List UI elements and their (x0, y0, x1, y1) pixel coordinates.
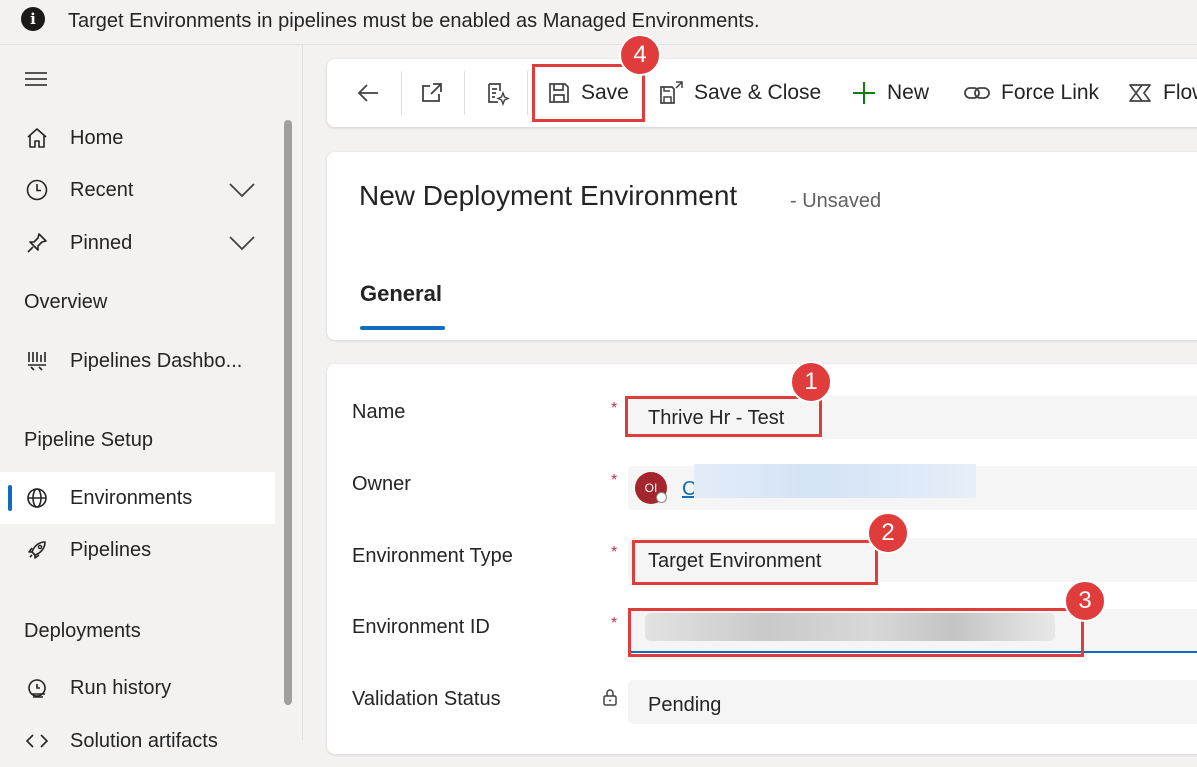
section-overview: Overview (24, 291, 108, 313)
sidebar-item-pinned[interactable]: Pinned (0, 217, 275, 269)
annotation-box-environment-type (632, 540, 878, 585)
sidebar-scrollbar[interactable] (284, 120, 292, 705)
rocket-icon (24, 537, 50, 563)
link-icon (964, 87, 990, 99)
arrow-left-icon (357, 84, 378, 102)
sidebar-item-run-history[interactable]: Run history (0, 662, 275, 714)
dashboard-icon (24, 348, 50, 374)
plus-icon (853, 82, 875, 104)
open-new-window-icon (422, 83, 442, 102)
save-close-button[interactable]: Save & Close (658, 59, 821, 127)
home-icon (24, 125, 50, 151)
history-icon (24, 675, 50, 701)
required-marker: * (611, 544, 618, 561)
record-header: New Deployment Environment - Unsaved Gen… (327, 152, 1197, 340)
save-status: - Unsaved (790, 190, 882, 212)
globe-icon (24, 485, 50, 511)
owner-label: Owner (352, 473, 411, 495)
sidebar: Home Recent Pinned Overview Pipelines Da… (0, 45, 303, 752)
divider (464, 71, 465, 115)
form-sparkle-icon (488, 83, 510, 106)
sidebar-item-home[interactable]: Home (0, 112, 275, 164)
redacted-owner-name (694, 464, 976, 498)
copilot-form-button[interactable] (484, 59, 510, 127)
required-marker: * (611, 400, 618, 417)
chevron-down-icon[interactable] (229, 235, 255, 251)
info-banner: i Target Environments in pipelines must … (0, 0, 1197, 45)
section-pipeline-setup: Pipeline Setup (24, 429, 153, 451)
validation-status-label: Validation Status (352, 688, 501, 710)
sidebar-item-solution-artifacts[interactable]: Solution artifacts (0, 715, 275, 767)
annotation-box-name (625, 396, 822, 437)
pin-icon (24, 230, 50, 256)
annotation-badge-2: 2 (867, 512, 909, 554)
section-deployments: Deployments (24, 620, 141, 642)
flow-button[interactable]: Flow (1127, 59, 1197, 127)
info-icon: i (21, 7, 45, 31)
annotation-box-environment-id (628, 608, 1084, 657)
required-marker: * (611, 472, 618, 489)
open-in-new-window-button[interactable] (419, 59, 445, 127)
presence-status-icon (656, 492, 667, 503)
command-bar: Save Save & Close New Force Link Flow (327, 59, 1197, 127)
code-icon (24, 728, 50, 754)
annotation-badge-1: 1 (790, 361, 832, 403)
name-label: Name (352, 401, 406, 423)
back-button[interactable] (355, 59, 381, 127)
annotation-badge-3: 3 (1064, 580, 1106, 622)
banner-message: Target Environments in pipelines must be… (68, 10, 760, 32)
clock-icon (24, 177, 50, 203)
environment-id-label: Environment ID (352, 616, 490, 638)
annotation-badge-4: 4 (619, 34, 661, 76)
tab-general[interactable]: General (360, 281, 442, 307)
chevron-down-icon[interactable] (229, 182, 255, 198)
required-marker: * (611, 615, 618, 632)
validation-status-value: Pending (648, 694, 722, 716)
divider (401, 71, 402, 115)
hamburger-menu-icon[interactable] (25, 72, 47, 90)
lock-icon (603, 689, 617, 706)
sidebar-item-recent[interactable]: Recent (0, 164, 275, 216)
environment-type-label: Environment Type (352, 545, 513, 567)
flow-icon (1129, 84, 1151, 102)
force-link-button[interactable]: Force Link (963, 59, 1099, 127)
sidebar-item-pipelines-dashboard[interactable]: Pipelines Dashbo... (0, 335, 275, 387)
divider (527, 71, 528, 115)
save-close-icon (660, 81, 683, 104)
sidebar-item-pipelines[interactable]: Pipelines (0, 524, 275, 576)
sidebar-item-environments[interactable]: Environments (0, 472, 275, 524)
new-button[interactable]: New (851, 59, 929, 127)
page-title: New Deployment Environment (359, 180, 738, 211)
tab-selected-indicator (360, 326, 445, 330)
